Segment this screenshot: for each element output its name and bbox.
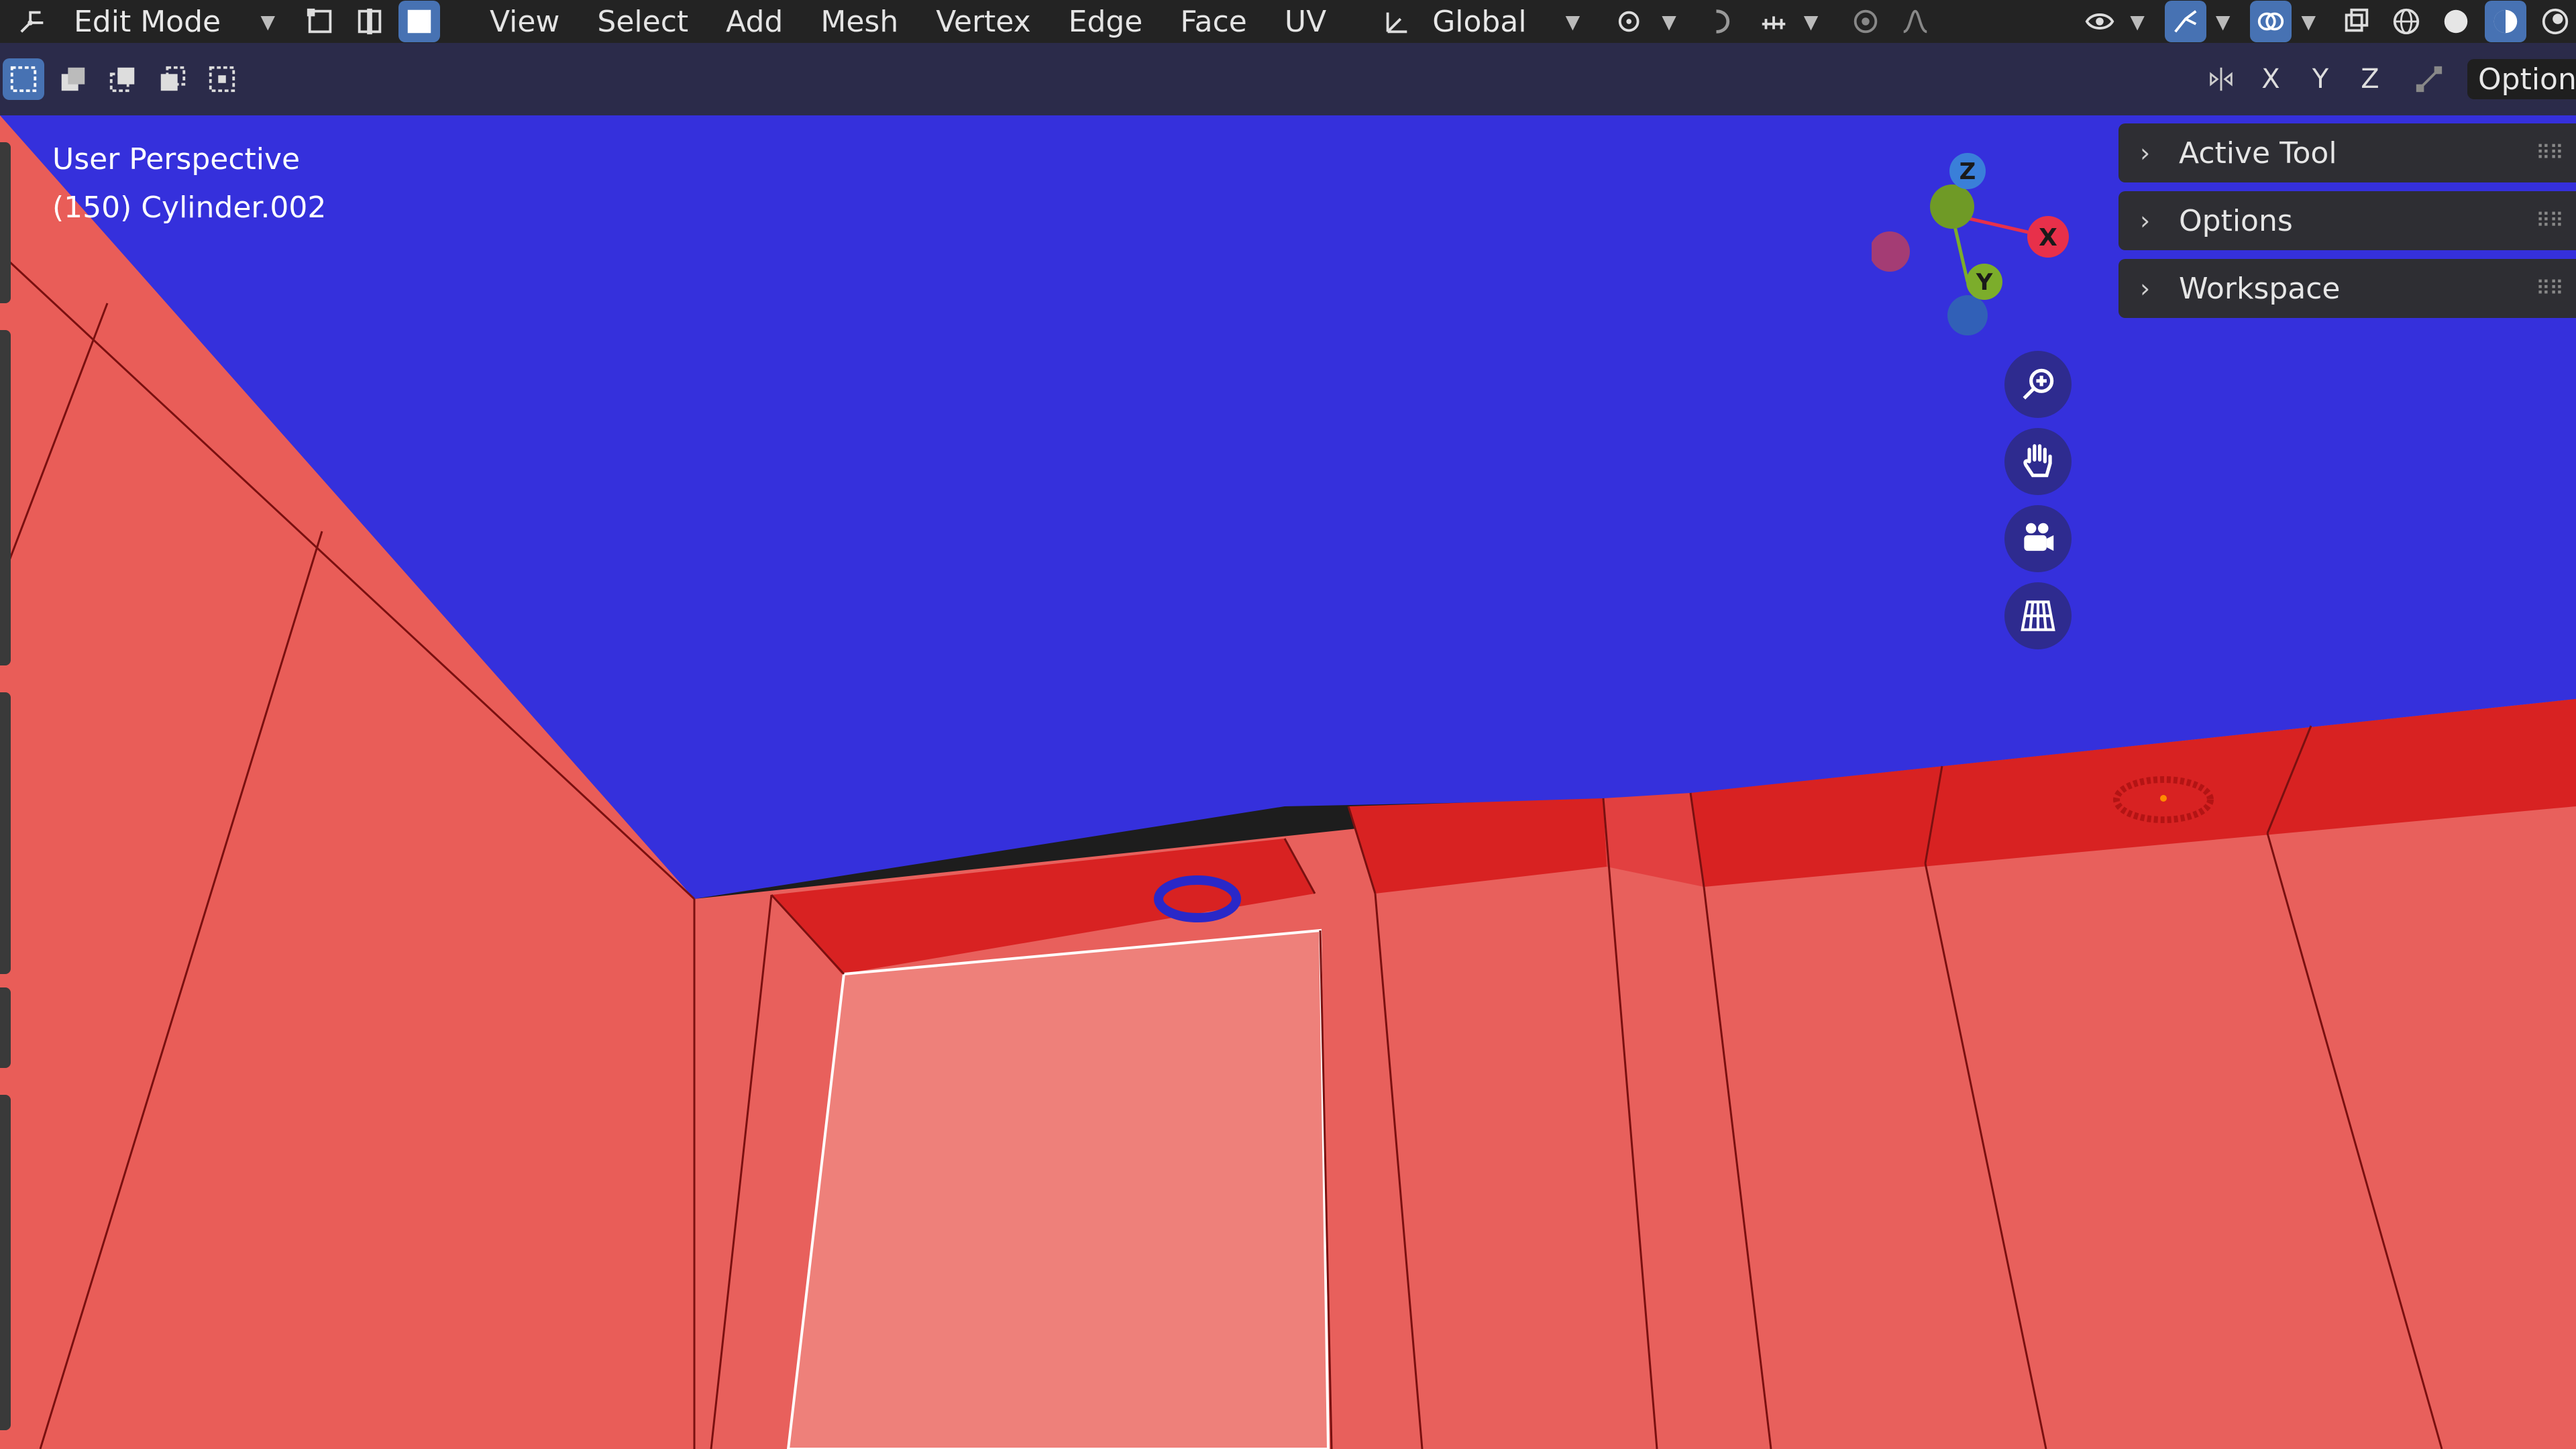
transform-orientation-icon[interactable] — [1376, 1, 1417, 42]
axis-x-label: X — [2261, 64, 2280, 95]
snap-icon[interactable] — [1703, 1, 1745, 42]
origin-point — [2160, 795, 2167, 802]
axis-z-label: Z — [2361, 64, 2379, 95]
axis-x-toggle[interactable]: X — [2250, 58, 2292, 100]
material-shading-icon[interactable] — [2485, 1, 2526, 42]
select-subtract-icon[interactable] — [102, 58, 144, 100]
mode-selector[interactable]: Edit Mode ▼ — [63, 1, 286, 42]
select-new-icon[interactable] — [3, 58, 44, 100]
select-extend-icon[interactable] — [52, 58, 94, 100]
ortho-toggle-button[interactable] — [2004, 582, 2072, 649]
xray-icon[interactable] — [2336, 1, 2377, 42]
chevron-down-icon[interactable]: ▼ — [1804, 11, 1819, 33]
face-select-icon[interactable] — [398, 1, 440, 42]
grip-icon[interactable]: ⠿⠿ — [2536, 142, 2576, 165]
panel-label: Options — [2179, 203, 2293, 238]
grip-icon[interactable]: ⠿⠿ — [2536, 277, 2576, 301]
pivot-icon[interactable] — [1611, 1, 1652, 42]
rendered-shading-icon[interactable] — [2534, 1, 2576, 42]
menu-select[interactable]: Select — [578, 5, 707, 39]
falloff-icon[interactable] — [1894, 1, 1936, 42]
chevron-right-icon: › — [2140, 274, 2151, 303]
menu-face[interactable]: Face — [1161, 5, 1266, 39]
gizmo-label-z: Z — [1960, 158, 1976, 185]
panel-workspace[interactable]: › Workspace ⠿⠿ — [2118, 259, 2576, 318]
menu-edge[interactable]: Edge — [1050, 5, 1162, 39]
overlay-icon[interactable] — [2250, 1, 2292, 42]
sidebar-panel: › Active Tool ⠿⠿ › Options ⠿⠿ › Workspac… — [2118, 123, 2576, 327]
panel-label: Active Tool — [2179, 136, 2337, 170]
panel-options[interactable]: › Options ⠿⠿ — [2118, 191, 2576, 250]
chevron-down-icon: ▼ — [1565, 10, 1580, 33]
header-bar: Edit Mode ▼ View Select Add Mesh Vertex … — [0, 0, 2576, 43]
chevron-down-icon[interactable]: ▼ — [1662, 11, 1676, 33]
mode-label: Edit Mode — [74, 4, 221, 39]
axis-y-toggle[interactable]: Y — [2300, 58, 2341, 100]
proportional-edit-icon[interactable] — [1845, 1, 1886, 42]
menu-view[interactable]: View — [471, 5, 578, 39]
gizmo-neg-x[interactable] — [1872, 231, 1910, 272]
gizmo-label-x: X — [2039, 224, 2057, 252]
axis-z-toggle[interactable]: Z — [2349, 58, 2391, 100]
axis-y-label: Y — [2312, 64, 2329, 95]
left-toolbar-edge[interactable] — [0, 692, 11, 974]
panel-active-tool[interactable]: › Active Tool ⠿⠿ — [2118, 123, 2576, 182]
ortho-grid-icon — [2021, 600, 2055, 631]
left-toolbar-edge[interactable] — [0, 142, 11, 303]
wireframe-shading-icon[interactable] — [2385, 1, 2427, 42]
select-invert-icon[interactable] — [152, 58, 193, 100]
view-name: User Perspective — [52, 142, 301, 176]
solid-shading-icon[interactable] — [2435, 1, 2477, 42]
select-intersect-icon[interactable] — [201, 58, 243, 100]
camera-icon — [2024, 523, 2054, 551]
left-toolbar-edge[interactable] — [0, 1095, 11, 1430]
object-info: (150) Cylinder.002 — [52, 191, 327, 225]
chevron-down-icon: ▼ — [260, 10, 275, 33]
navigation-gizmo[interactable]: Z X Y — [1872, 148, 2080, 349]
left-toolbar-edge[interactable] — [0, 330, 11, 665]
left-toolbar-edge[interactable] — [0, 987, 11, 1068]
chevron-down-icon[interactable]: ▼ — [2301, 11, 2316, 33]
auto-merge-icon[interactable] — [2408, 58, 2450, 100]
chevron-right-icon: › — [2140, 138, 2151, 168]
pan-button[interactable] — [2004, 428, 2072, 495]
panel-label: Workspace — [2179, 271, 2341, 306]
selected-face[interactable] — [786, 928, 1330, 1449]
hand-pan-icon — [2023, 444, 2052, 478]
grip-icon[interactable]: ⠿⠿ — [2536, 209, 2576, 233]
orientation-label: Global — [1432, 4, 1527, 39]
options-label: Option — [2478, 62, 2576, 97]
mirror-icon[interactable] — [2200, 58, 2242, 100]
zoom-icon — [2023, 368, 2054, 400]
orientation-selector[interactable]: Global ▼ — [1421, 1, 1591, 42]
chevron-down-icon[interactable]: ▼ — [2130, 11, 2145, 33]
chevron-right-icon: › — [2140, 206, 2151, 235]
menu-uv[interactable]: UV — [1266, 5, 1345, 39]
gizmo-icon[interactable] — [2164, 1, 2206, 42]
options-dropdown[interactable]: Option — [2467, 59, 2576, 99]
camera-view-button[interactable] — [2004, 505, 2072, 572]
menu-vertex[interactable]: Vertex — [917, 5, 1049, 39]
edge-select-icon[interactable] — [349, 1, 390, 42]
tool-header: X Y Z Option — [0, 43, 2576, 115]
gizmo-label-y: Y — [1976, 269, 1993, 296]
snap-increment-icon[interactable] — [1753, 1, 1794, 42]
chevron-down-icon[interactable]: ▼ — [2216, 11, 2231, 33]
visibility-icon[interactable] — [2079, 1, 2121, 42]
gizmo-neg-y[interactable] — [1930, 184, 1974, 229]
menu-add[interactable]: Add — [707, 5, 802, 39]
editor-type-icon[interactable] — [12, 1, 54, 42]
gizmo-neg-z[interactable] — [1947, 295, 1988, 335]
menu-mesh[interactable]: Mesh — [802, 5, 917, 39]
vertex-select-icon[interactable] — [299, 1, 341, 42]
zoom-button[interactable] — [2004, 351, 2072, 418]
